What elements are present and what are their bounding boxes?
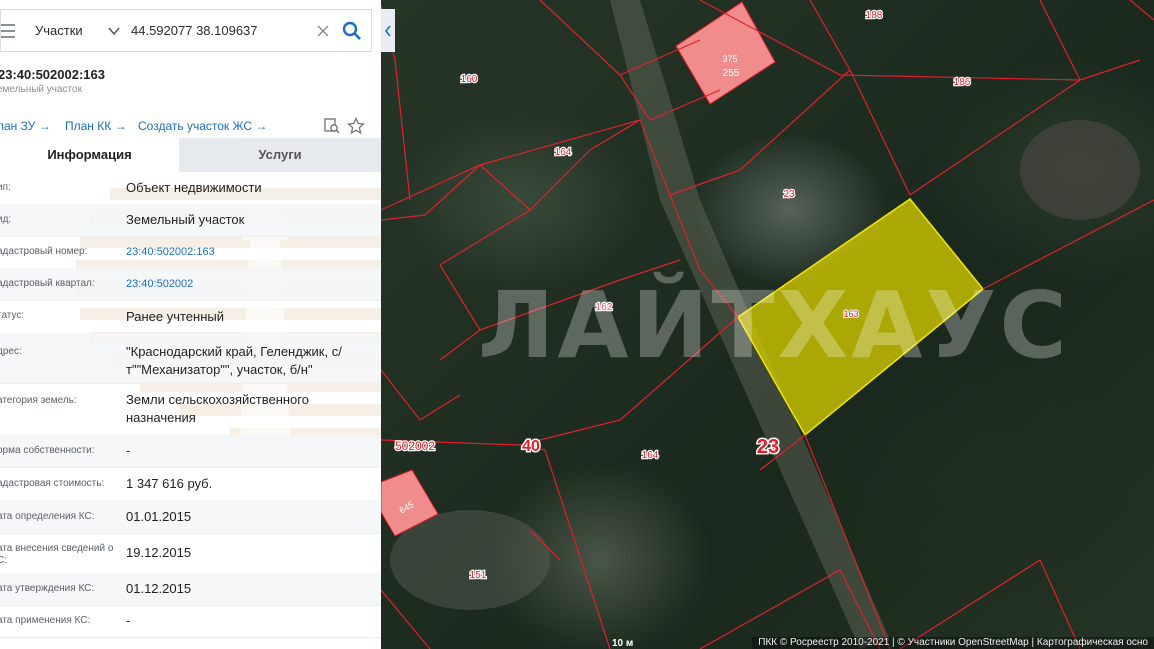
collapse-panel-button[interactable] [381, 9, 395, 52]
attribute-value: Земельный участок [126, 212, 245, 227]
attribute-label: ата утверждения КС: [0, 583, 95, 594]
attribute-row: адастровая стоимость: 1 347 616 руб. [0, 467, 381, 501]
attribute-value: 01.12.2015 [126, 581, 192, 596]
attribute-row: ата применения КС: - [0, 605, 381, 638]
create-js-link[interactable]: Создать участок ЖС → [138, 119, 267, 133]
attribute-value: 19.12.2015 [126, 545, 192, 560]
attribute-label: атегория земель: [0, 395, 77, 406]
cadastral-value: 1 347 616 руб. [126, 476, 213, 491]
chevron-down-icon[interactable] [107, 24, 121, 38]
label-375: 375 [722, 54, 737, 64]
attribute-value: 01.01.2015 [126, 509, 192, 524]
attribute-label: адастровый квартал: [0, 278, 95, 289]
attribute-label: ид: [0, 214, 12, 225]
attribute-value: - [126, 443, 131, 458]
attribute-label: татус: [0, 310, 25, 321]
plan-kk-link[interactable]: План КК → [65, 119, 127, 133]
attribute-row: адастровый квартал: 23:40:502002 [0, 268, 381, 301]
cadastral-number-link[interactable]: 23:40:502002:163 [126, 243, 366, 261]
label-quarter-23: 23 [757, 436, 779, 458]
label-162: 162 [596, 302, 613, 313]
attribute-label: ата применения КС: [0, 615, 91, 626]
label-quarter-40: 40 [522, 438, 540, 455]
attribute-label: адастровая стоимость: [0, 478, 105, 489]
chevron-left-icon [384, 25, 391, 36]
attribute-label: адастровый номер: [0, 246, 88, 257]
label-160: 160 [461, 74, 478, 85]
label-163: 163 [843, 309, 858, 319]
attribute-label: ата внесения сведений о С: [0, 543, 114, 566]
label-186: 186 [954, 77, 971, 88]
attribute-row: ата утверждения КС: 01.12.2015 [0, 573, 381, 606]
attribute-value: Земли сельскохозяйственного назначения [126, 392, 309, 425]
search-icon[interactable] [341, 20, 363, 42]
attribute-label: дрес: [0, 346, 22, 357]
label-255: 255 [723, 68, 740, 79]
search-type-select[interactable]: Участки [35, 23, 95, 38]
attribute-row: дрес: "Краснодарский край, Геленджик, с/… [0, 333, 381, 384]
cadastral-number-title: 23:40:502002:163 [0, 67, 105, 82]
tab-information[interactable]: Информация [0, 138, 179, 172]
attribute-value: Объект недвижимости [126, 180, 262, 195]
label-188: 188 [866, 10, 883, 21]
search-bar: Участки 44.592077 38.109637 [0, 9, 372, 52]
attribute-label: ип: [0, 182, 11, 193]
label-164-bottom: 164 [642, 450, 659, 461]
attribute-label: орма собственности: [0, 445, 95, 456]
label-164-top: 164 [555, 147, 572, 158]
cadastral-quarter-link[interactable]: 23:40:502002 [126, 275, 366, 293]
parcel-375[interactable] [675, 1, 776, 105]
attribute-row: адастровый номер: 23:40:502002:163 [0, 236, 381, 269]
hamburger-menu-icon[interactable] [1, 21, 21, 41]
label-23-small: 23 [783, 189, 795, 200]
clear-icon[interactable] [317, 25, 329, 37]
attribute-row: ип: Объект недвижимости [0, 172, 381, 205]
label-151: 151 [470, 570, 487, 581]
document-search-icon[interactable] [323, 117, 341, 135]
attribute-row: ид: Земельный участок [0, 204, 381, 237]
star-icon[interactable] [347, 117, 365, 135]
attribute-value: "Краснодарский край, Геленджик, с/т""Мех… [126, 344, 342, 377]
attribute-row: ата внесения сведений о С: 19.12.2015 [0, 533, 381, 574]
attribute-value: - [126, 613, 131, 628]
attribute-row: ата определения КС: 01.01.2015 [0, 500, 381, 534]
info-panel: Участки 44.592077 38.109637 23:40:502002… [0, 0, 381, 649]
label-quarter-502002: 502002 [395, 439, 435, 453]
tab-services[interactable]: Услуги [179, 138, 381, 172]
panel-tabs: Информация Услуги [0, 138, 381, 172]
attribute-row: орма собственности: - [0, 435, 381, 468]
attribute-label: ата определения КС: [0, 511, 95, 522]
plan-zu-link[interactable]: лан ЗУ → [0, 119, 51, 133]
attribute-value: Ранее учтенный [126, 309, 224, 324]
attribute-row: татус: Ранее учтенный [0, 300, 381, 334]
attribute-row: атегория земель: Земли сельскохозяйствен… [0, 383, 381, 436]
map-attribution: ПКК © Росреестр 2010-2021 | © Участники … [752, 637, 1154, 649]
object-type-subtitle: емельный участок [0, 84, 82, 95]
scale-label: 10 м [612, 638, 634, 649]
search-input[interactable]: 44.592077 38.109637 [131, 23, 311, 38]
